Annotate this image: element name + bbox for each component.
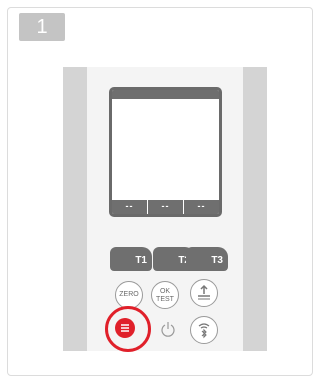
device-illustration: -- -- -- T1 T2 T3 ZERO OK TEST [63, 67, 267, 352]
zero-button[interactable]: ZERO [115, 281, 143, 309]
step-number-badge: 1 [19, 13, 65, 41]
device-right-rail [243, 67, 267, 351]
ok-test-button[interactable]: OK TEST [151, 281, 179, 309]
leveler-button[interactable] [190, 279, 218, 307]
display-top-bar [112, 90, 219, 99]
menu-button[interactable] [115, 318, 135, 338]
up-arrow-levels-icon [198, 284, 210, 300]
display-bottom-bar: -- -- -- [112, 200, 219, 214]
t1-button[interactable]: T1 [110, 247, 152, 271]
menu-lines-icon [121, 324, 129, 332]
power-icon[interactable] [160, 321, 176, 337]
t3-button[interactable]: T3 [186, 247, 228, 271]
wireless-button[interactable] [190, 316, 218, 344]
zero-label: ZERO [119, 291, 139, 298]
device-display: -- -- -- [109, 87, 222, 217]
display-segment-2: -- [147, 200, 183, 214]
test-label: TEST [156, 296, 174, 303]
ok-label: OK [159, 288, 171, 295]
device-left-rail [63, 67, 87, 351]
display-segment-3: -- [183, 200, 219, 214]
display-segment-1: -- [125, 201, 134, 211]
wifi-bluetooth-icon [198, 323, 210, 339]
